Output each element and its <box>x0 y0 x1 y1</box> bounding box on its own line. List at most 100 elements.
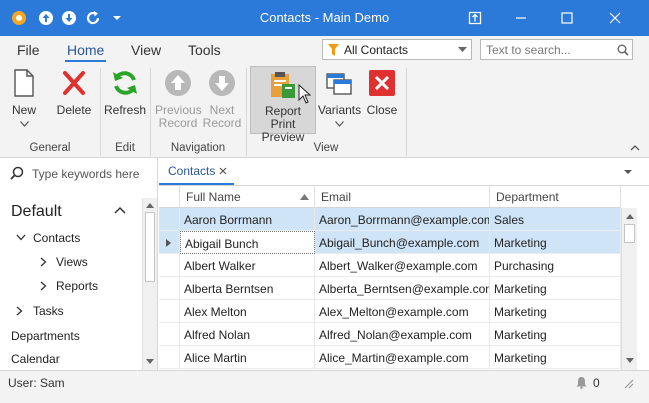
tab-contacts-document[interactable]: Contacts <box>159 158 234 185</box>
chevron-down-icon <box>19 121 29 127</box>
chevron-right-icon[interactable] <box>16 306 23 316</box>
row-indicator <box>159 346 180 369</box>
cell-full-name[interactable]: Alex Melton <box>180 300 315 323</box>
report-label: Report Print <box>264 104 302 131</box>
collapse-ribbon-icon[interactable] <box>630 144 640 152</box>
cell-email[interactable]: Alberta_Berntsen@example.com <box>315 277 490 300</box>
table-row[interactable]: Alex Melton Alex_Melton@example.com Mark… <box>159 300 621 323</box>
nav-item-contacts[interactable]: Contacts <box>33 231 80 245</box>
column-header-full-name[interactable]: Full Name <box>180 186 315 208</box>
close-icon <box>609 12 621 24</box>
filter-icon <box>328 44 339 56</box>
cell-department[interactable]: Marketing <box>490 323 621 346</box>
grid-scrollbar[interactable] <box>621 208 637 370</box>
chevron-right-icon[interactable] <box>40 281 47 291</box>
minimize-icon <box>516 17 526 19</box>
column-header-email[interactable]: Email <box>315 186 490 208</box>
nav-item-views[interactable]: Views <box>56 255 88 269</box>
column-header-label: Full Name <box>186 190 241 204</box>
resize-grip-icon[interactable] <box>624 379 634 389</box>
refresh-label: Refresh <box>104 103 147 117</box>
close-button[interactable]: Close <box>364 69 400 129</box>
next-record-button[interactable]: Next Record <box>202 69 242 133</box>
bell-icon[interactable] <box>575 376 588 389</box>
grid-rows: Aaron Borrmann Aaron_Borrmann@example.co… <box>159 208 621 370</box>
nav-scrollbar[interactable] <box>142 198 157 370</box>
nav-scroll-thumb[interactable] <box>145 212 155 282</box>
tab-view[interactable]: View <box>131 42 161 58</box>
column-header-label: Email <box>321 190 352 204</box>
chevron-down-icon <box>458 47 467 52</box>
row-indicator <box>159 300 180 323</box>
filter-combo-value: All Contacts <box>344 43 409 57</box>
grid-scroll-thumb[interactable] <box>624 224 635 243</box>
cell-email[interactable]: Abigail_Bunch@example.com <box>315 231 490 254</box>
scroll-up-icon[interactable] <box>626 213 634 219</box>
table-row[interactable]: Alberta Berntsen Alberta_Berntsen@exampl… <box>159 277 621 300</box>
cell-email[interactable]: Alice_Martin@example.com <box>315 346 490 369</box>
next-label-2: Record <box>202 116 242 130</box>
close-icon[interactable] <box>219 167 227 175</box>
row-indicator <box>159 277 180 300</box>
nav-group-default[interactable]: Default <box>11 203 62 221</box>
delete-button[interactable]: Delete <box>55 69 93 129</box>
scroll-down-icon[interactable] <box>626 358 634 364</box>
cell-email[interactable]: Alex_Melton@example.com <box>315 300 490 323</box>
tab-tools[interactable]: Tools <box>188 42 221 58</box>
cell-department[interactable]: Marketing <box>490 277 621 300</box>
scroll-up-icon[interactable] <box>146 202 154 208</box>
cell-department[interactable]: Marketing <box>490 346 621 369</box>
cell-department[interactable]: Marketing <box>490 300 621 323</box>
nav-search-input[interactable]: Type keywords here <box>32 167 139 181</box>
cell-email[interactable]: Albert_Walker@example.com <box>315 254 490 277</box>
group-label-general: General <box>29 142 71 154</box>
new-button[interactable]: New <box>6 69 42 133</box>
cell-department[interactable]: Marketing <box>490 231 621 254</box>
cell-full-name[interactable]: Abigail Bunch <box>180 231 315 254</box>
tab-file[interactable]: File <box>17 42 40 58</box>
column-header-department[interactable]: Department <box>490 186 621 208</box>
refresh-button[interactable]: Refresh <box>104 69 146 129</box>
nav-item-tasks[interactable]: Tasks <box>33 304 64 318</box>
chevron-down-icon[interactable] <box>16 234 26 241</box>
nav-item-calendar[interactable]: Calendar <box>11 352 60 366</box>
title-bar: Contacts - Main Demo <box>0 0 649 36</box>
previous-label-2: Record <box>158 116 198 130</box>
cell-full-name[interactable]: Alfred Nolan <box>180 323 315 346</box>
nav-item-reports[interactable]: Reports <box>56 279 98 293</box>
cell-email[interactable]: Alfred_Nolan@example.com <box>315 323 490 346</box>
column-header-label: Department <box>496 190 559 204</box>
new-document-icon <box>14 69 34 97</box>
close-window-button[interactable] <box>592 0 638 36</box>
cell-full-name[interactable]: Alberta Berntsen <box>180 277 315 300</box>
delete-icon <box>63 71 85 95</box>
table-row[interactable]: Aaron Borrmann Aaron_Borrmann@example.co… <box>159 208 621 231</box>
table-row[interactable]: Alfred Nolan Alfred_Nolan@example.com Ma… <box>159 323 621 346</box>
chevron-right-icon[interactable] <box>40 257 47 267</box>
variants-icon <box>326 73 352 95</box>
nav-item-departments[interactable]: Departments <box>11 329 80 343</box>
chevron-up-icon[interactable] <box>114 206 126 214</box>
table-row[interactable]: Abigail Bunch Abigail_Bunch@example.com … <box>159 231 621 254</box>
cell-full-name[interactable]: Aaron Borrmann <box>180 208 315 231</box>
tab-home[interactable]: Home <box>64 42 107 62</box>
tab-list-dropdown-icon[interactable] <box>624 170 632 175</box>
cell-department[interactable]: Sales <box>490 208 621 231</box>
report-preview-icon <box>271 72 295 98</box>
table-row[interactable]: Alice Martin Alice_Martin@example.com Ma… <box>159 346 621 369</box>
previous-record-button[interactable]: Previous Record <box>155 69 202 133</box>
table-row[interactable]: Albert Walker Albert_Walker@example.com … <box>159 254 621 277</box>
cell-full-name[interactable]: Albert Walker <box>180 254 315 277</box>
minimize-button[interactable] <box>498 0 544 36</box>
maximize-button[interactable] <box>544 0 590 36</box>
variants-label: Variants <box>318 103 362 117</box>
filter-combo[interactable]: All Contacts <box>322 39 472 60</box>
variants-button[interactable]: Variants <box>318 69 362 133</box>
cell-department[interactable]: Purchasing <box>490 254 621 277</box>
cell-email[interactable]: Aaron_Borrmann@example.com <box>315 208 490 231</box>
pin-window-button[interactable] <box>452 0 498 36</box>
scroll-down-icon[interactable] <box>146 359 154 365</box>
search-input[interactable]: Text to search... <box>480 39 633 60</box>
group-label-view: View <box>313 142 339 154</box>
cell-full-name[interactable]: Alice Martin <box>180 346 315 369</box>
